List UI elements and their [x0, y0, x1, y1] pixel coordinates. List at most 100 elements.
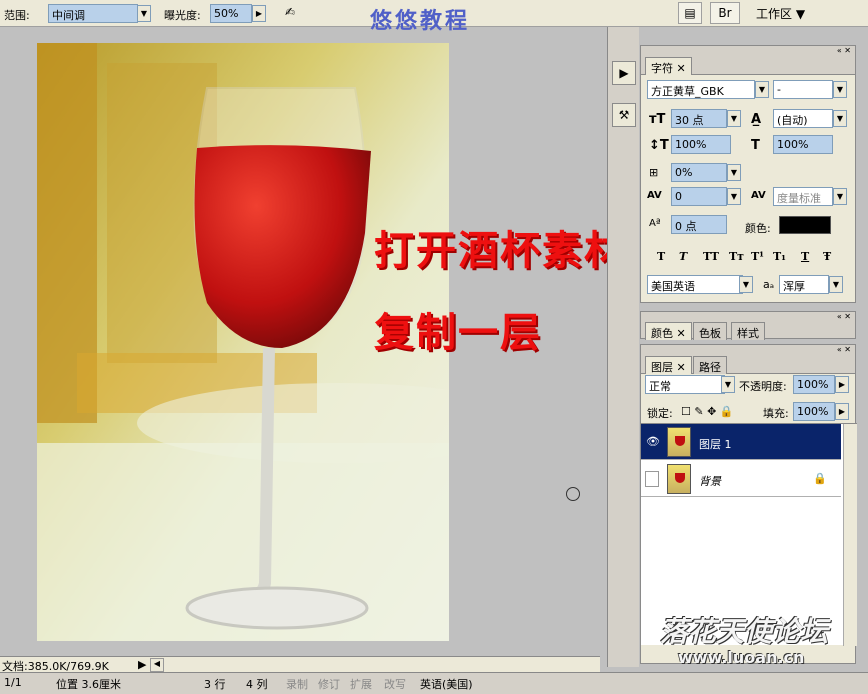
overlay-caption-2: 复制一层: [374, 310, 542, 356]
all-caps-button[interactable]: TT: [703, 250, 719, 263]
kerning-metric-select[interactable]: 度量标准: [773, 187, 833, 206]
baseline-shift-input[interactable]: 0 点: [671, 215, 727, 234]
airbrush-icon[interactable]: ✍: [278, 2, 302, 24]
opacity-input[interactable]: 100%: [793, 375, 835, 394]
subscript-button[interactable]: T₁: [773, 250, 786, 263]
font-family-select[interactable]: 方正黄草_GBK: [647, 80, 755, 99]
scroll-left-icon[interactable]: ◀: [150, 658, 164, 672]
tab-paths[interactable]: 路径: [693, 356, 727, 374]
range-dropdown-icon[interactable]: ▼: [137, 5, 151, 22]
leading-dropdown-icon[interactable]: ▼: [833, 110, 847, 127]
language-select[interactable]: 美国英语: [647, 275, 743, 294]
brush-cursor: [566, 487, 580, 501]
antialias-select[interactable]: 浑厚: [779, 275, 829, 294]
range-label: 范围:: [4, 9, 30, 22]
exposure-label: 曝光度:: [164, 9, 201, 22]
layer-row-background[interactable]: 背景 🔒: [641, 461, 841, 497]
exposure-input[interactable]: 50%: [210, 4, 252, 23]
range-select[interactable]: 中间调: [48, 4, 138, 23]
horizontal-scale-icon: T: [751, 138, 760, 153]
small-caps-button[interactable]: Tт: [729, 250, 744, 263]
kerning-input[interactable]: 0: [671, 187, 727, 206]
lock-icons[interactable]: ☐ ✎ ✥ 🔒: [681, 405, 733, 418]
kerning-icon: AV: [647, 190, 662, 201]
leading-input[interactable]: (自动): [773, 109, 833, 128]
tracking-icon: ⊞: [649, 166, 659, 179]
tab-character[interactable]: 字符 ✕: [645, 57, 692, 75]
font-size-dropdown-icon[interactable]: ▼: [727, 110, 741, 127]
font-style-select[interactable]: -: [773, 80, 833, 99]
opacity-arrow-icon[interactable]: ▶: [835, 376, 849, 393]
faux-bold-button[interactable]: T: [657, 250, 665, 263]
panel-header: « ✕: [641, 345, 855, 354]
underline-button[interactable]: T: [801, 250, 809, 263]
watermark-url: www.luoan.cn: [678, 648, 805, 667]
baseline-shift-icon: Aª: [649, 218, 661, 229]
workspace-menu[interactable]: 工作区 ▼: [756, 5, 805, 22]
tsume-input[interactable]: 0%: [671, 163, 727, 182]
layers-scrollbar[interactable]: [843, 424, 857, 646]
font-style-dropdown-icon[interactable]: ▼: [833, 81, 847, 98]
text-color-swatch[interactable]: [779, 216, 831, 234]
font-size-input[interactable]: 30 点: [671, 109, 727, 128]
bridge-icon[interactable]: Br: [710, 2, 740, 24]
fill-arrow-icon[interactable]: ▶: [835, 403, 849, 420]
character-panel: « ✕ 字符 ✕ 方正黄草_GBK ▼ - ▼ тT 30 点 ▼ A̲ (自动…: [640, 45, 856, 303]
status-bar: 文档:385.0K/769.9K ▶ ◀: [0, 656, 600, 673]
exposure-arrow-icon[interactable]: ▶: [252, 5, 266, 22]
layer-thumbnail: [667, 427, 691, 457]
vertical-scale-input[interactable]: 100%: [671, 135, 731, 154]
layer-row-layer1[interactable]: 👁 图层 1: [641, 424, 841, 460]
leading-icon: A̲: [751, 112, 762, 127]
panel-header: « ✕: [641, 46, 855, 55]
layers-tabs: 图层 ✕ 路径: [641, 354, 855, 374]
antialias-dropdown-icon[interactable]: ▼: [829, 276, 843, 293]
rev-indicator: 修订: [318, 678, 340, 691]
font-size-icon: тT: [649, 112, 666, 127]
tsume-dropdown-icon[interactable]: ▼: [727, 164, 741, 181]
tracking-metric-icon: AV: [751, 190, 766, 201]
options-bar: 范围: 中间调 ▼ 曝光度: 50% ▶ ✍ 悠悠教程 ▤ Br 工作区 ▼: [0, 0, 868, 34]
horizontal-scale-input[interactable]: 100%: [773, 135, 833, 154]
blend-mode-select[interactable]: 正常: [645, 375, 725, 394]
page-indicator: 1/1: [4, 676, 22, 689]
language-indicator: 英语(美国): [420, 678, 473, 691]
tab-styles[interactable]: 样式: [731, 322, 765, 340]
actions-play-icon[interactable]: ▶: [612, 61, 636, 85]
status-menu-arrow-icon[interactable]: ▶: [138, 658, 146, 671]
kerning-dropdown-icon[interactable]: ▼: [727, 188, 741, 205]
layer-thumbnail: [667, 464, 691, 494]
faux-italic-button[interactable]: T: [679, 250, 687, 263]
strikethrough-button[interactable]: Ŧ: [823, 250, 831, 263]
fill-label: 填充:: [763, 407, 789, 420]
fill-input[interactable]: 100%: [793, 402, 835, 421]
tab-swatches[interactable]: 色板: [693, 322, 727, 340]
tab-layers[interactable]: 图层 ✕: [645, 356, 692, 374]
watermark-text: 落花天使论坛: [660, 615, 829, 648]
overlay-caption-1: 打开酒杯素材: [374, 228, 626, 274]
tool-presets-icon[interactable]: ⚒: [612, 103, 636, 127]
rec-indicator: 录制: [286, 678, 308, 691]
blend-mode-dropdown-icon[interactable]: ▼: [721, 376, 735, 393]
opacity-label: 不透明度:: [739, 380, 787, 393]
kerning-metric-dropdown-icon[interactable]: ▼: [833, 188, 847, 205]
visibility-eye-icon[interactable]: 👁: [646, 435, 660, 448]
visibility-toggle[interactable]: [645, 471, 659, 487]
vertical-scale-icon: ↕T: [649, 138, 669, 153]
palette-well-icon[interactable]: ▤: [678, 2, 702, 24]
color-label: 颜色:: [745, 222, 771, 235]
layer-name: 背景: [699, 475, 721, 488]
font-family-dropdown-icon[interactable]: ▼: [755, 81, 769, 98]
character-tabs: 字符 ✕: [641, 55, 855, 75]
ovr-indicator: 改写: [384, 678, 406, 691]
color-tabs: 颜色 ✕ 色板 样式: [641, 321, 855, 340]
lock-icon: 🔒: [813, 472, 827, 485]
position-indicator: 位置 3.6厘米: [56, 678, 121, 691]
panel-dock: ▶ ⚒: [607, 27, 639, 667]
language-dropdown-icon[interactable]: ▼: [739, 276, 753, 293]
layer-name: 图层 1: [699, 438, 732, 451]
tab-color[interactable]: 颜色 ✕: [645, 322, 692, 340]
row-indicator: 3 行: [204, 678, 226, 691]
host-status-bar: 1/1 位置 3.6厘米 3 行 4 列 录制 修订 扩展 改写 英语(美国): [0, 672, 868, 694]
superscript-button[interactable]: T¹: [751, 250, 764, 263]
